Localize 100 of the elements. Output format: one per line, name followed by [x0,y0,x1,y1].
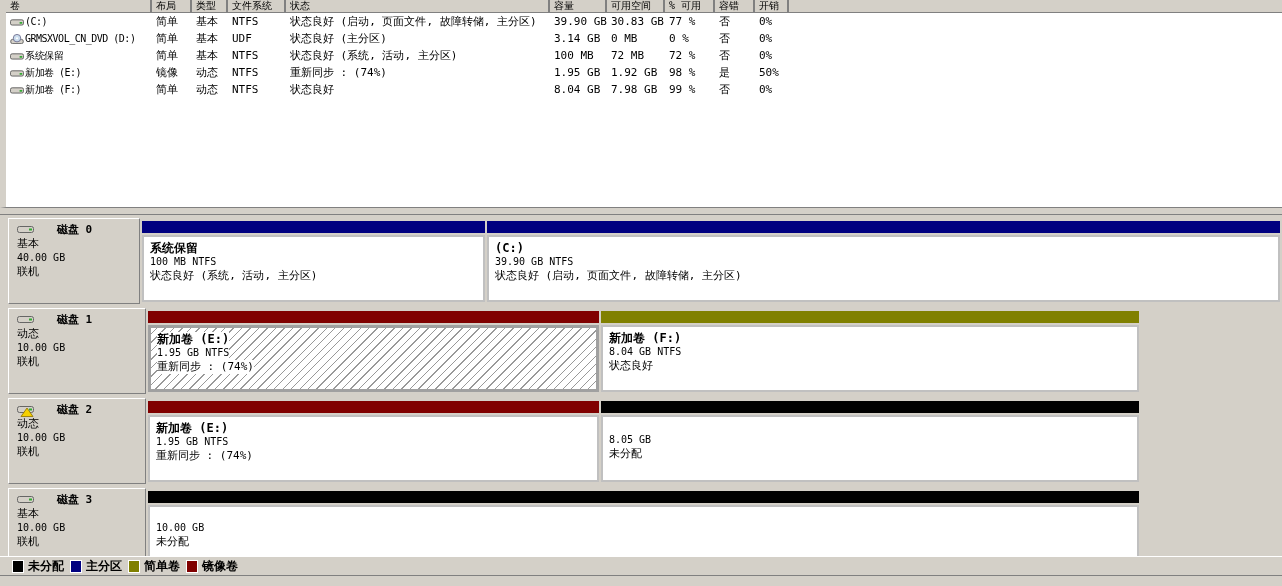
disk-status: 联机 [17,535,40,549]
volume-size: 1.95 GB NTFS [157,346,230,360]
table-cell: 否 [719,14,730,29]
table-cell: 简单 [156,14,178,29]
column-header[interactable]: % 可用 [665,0,715,12]
column-header[interactable]: 容错 [715,0,755,12]
drive-icon [10,84,24,95]
table-cell: 状态良好 (主分区) [290,31,387,46]
table-cell: 状态良好 (系统, 活动, 主分区) [290,48,458,63]
legend-label: 简单卷 [144,557,180,575]
table-cell: 39.90 GB [554,15,607,28]
volume-size: 39.90 GB NTFS [495,255,575,269]
disk-label-panel[interactable]: 磁盘 1 动态 10.00 GB 联机 [8,308,146,394]
table-cell: 简单 [156,48,178,63]
table-cell: 否 [719,82,730,97]
table-cell: 动态 [196,82,218,97]
disk-name: 磁盘 2 [57,403,93,417]
disc-drive-icon [10,33,24,44]
table-cell: 重新同步 : (74%) [290,65,387,80]
partition-block[interactable]: 系统保留 100 MB NTFS 状态良好 (系统, 活动, 主分区) [142,235,485,302]
table-cell: 0% [759,15,773,28]
disk-label-panel[interactable]: 磁盘 2 动态 10.00 GB 联机 [8,398,146,484]
table-cell: 1.95 GB [554,66,601,79]
volume-size: 8.04 GB NTFS [609,345,683,359]
volume-status: 状态良好 [609,359,654,373]
table-cell: 基本 [196,14,218,29]
volume-status: 重新同步 : (74%) [156,449,254,463]
disk-label-panel[interactable]: 磁盘 0 基本 40.00 GB 联机 [8,218,140,304]
volume-name: 系统保留 [150,241,199,255]
partition-block[interactable]: 10.00 GB 未分配 [148,505,1139,556]
table-cell: 基本 [196,31,218,46]
disk-type: 动态 [17,327,40,341]
volume-size: 8.05 GB [609,433,653,447]
table-cell: 0% [759,32,773,45]
table-cell: (C:) [25,16,48,27]
disk-type: 基本 [17,507,40,521]
table-cell: NTFS [232,15,259,28]
column-header[interactable]: 类型 [192,0,228,12]
table-cell: NTFS [232,49,259,62]
disk-type: 动态 [17,417,40,431]
table-cell: 0 % [669,32,689,45]
volume-name: 新加卷 (E:) [156,421,230,435]
column-header[interactable]: 可用空间 [607,0,665,12]
table-cell: 99 % [669,83,696,96]
disk-type: 基本 [17,237,40,251]
disk-status: 联机 [17,445,40,459]
column-header[interactable]: 容量 [550,0,607,12]
table-cell: 否 [719,48,730,63]
drive-icon [10,67,24,78]
table-cell: 98 % [669,66,696,79]
table-cell: 72 % [669,49,696,62]
table-cell: 100 MB [554,49,594,62]
disk-status: 联机 [17,265,40,279]
disk-label-panel[interactable]: 磁盘 3 基本 10.00 GB 联机 [8,488,146,556]
column-header[interactable]: 布局 [152,0,192,12]
table-cell: GRMSXVOL_CN_DVD (D:) [25,33,136,44]
volume-status: 未分配 [156,535,190,549]
partition-block[interactable]: 8.05 GB 未分配 [601,415,1139,482]
volume-status: 状态良好 (启动, 页面文件, 故障转储, 主分区) [495,269,743,283]
partition-block[interactable]: 新加卷 (F:) 8.04 GB NTFS 状态良好 [601,325,1139,392]
volume-size: 100 MB NTFS [150,255,218,269]
table-cell: 7.98 GB [611,83,658,96]
disk-name: 磁盘 1 [57,313,93,327]
disk-name: 磁盘 0 [57,223,93,237]
table-cell: 简单 [156,82,178,97]
table-cell: 50% [759,66,779,79]
volume-status: 未分配 [609,447,643,461]
volume-status: 重新同步 : (74%) [157,360,254,374]
disk-size: 10.00 GB [17,431,67,445]
table-cell: 8.04 GB [554,83,601,96]
legend-label: 主分区 [86,557,122,575]
drive-icon [10,16,24,27]
table-cell: 72 MB [611,49,645,62]
table-cell: 77 % [669,15,696,28]
table-cell: 1.92 GB [611,66,658,79]
column-header[interactable]: 文件系统 [228,0,286,12]
table-cell: NTFS [232,66,259,79]
partition-block[interactable]: 新加卷 (E:) 1.95 GB NTFS 重新同步 : (74%) [148,325,599,392]
table-cell: 状态良好 [290,82,334,97]
volume-size: 10.00 GB [156,521,206,535]
table-cell: 是 [719,65,730,80]
table-cell: 镜像 [156,65,178,80]
disk-name: 磁盘 3 [57,493,93,507]
column-header[interactable]: 状态 [286,0,550,12]
partition-block[interactable]: 新加卷 (E:) 1.95 GB NTFS 重新同步 : (74%) [148,415,599,482]
table-cell: 3.14 GB [554,32,601,45]
disk-size: 10.00 GB [17,341,67,355]
disk-size: 40.00 GB [17,251,67,265]
volume-name: 新加卷 (F:) [609,331,683,345]
drive-icon [10,50,24,61]
table-cell: 30.83 GB [611,15,664,28]
column-header[interactable]: 开销 [755,0,789,12]
table-cell: 基本 [196,48,218,63]
disk-status: 联机 [17,355,40,369]
table-cell: 状态良好 (启动, 页面文件, 故障转储, 主分区) [290,14,537,29]
column-header[interactable]: 卷 [6,0,152,12]
table-cell: 简单 [156,31,178,46]
table-cell: UDF [232,32,252,45]
partition-block[interactable]: (C:) 39.90 GB NTFS 状态良好 (启动, 页面文件, 故障转储, 主分区) [487,235,1280,302]
table-cell: 0% [759,49,773,62]
